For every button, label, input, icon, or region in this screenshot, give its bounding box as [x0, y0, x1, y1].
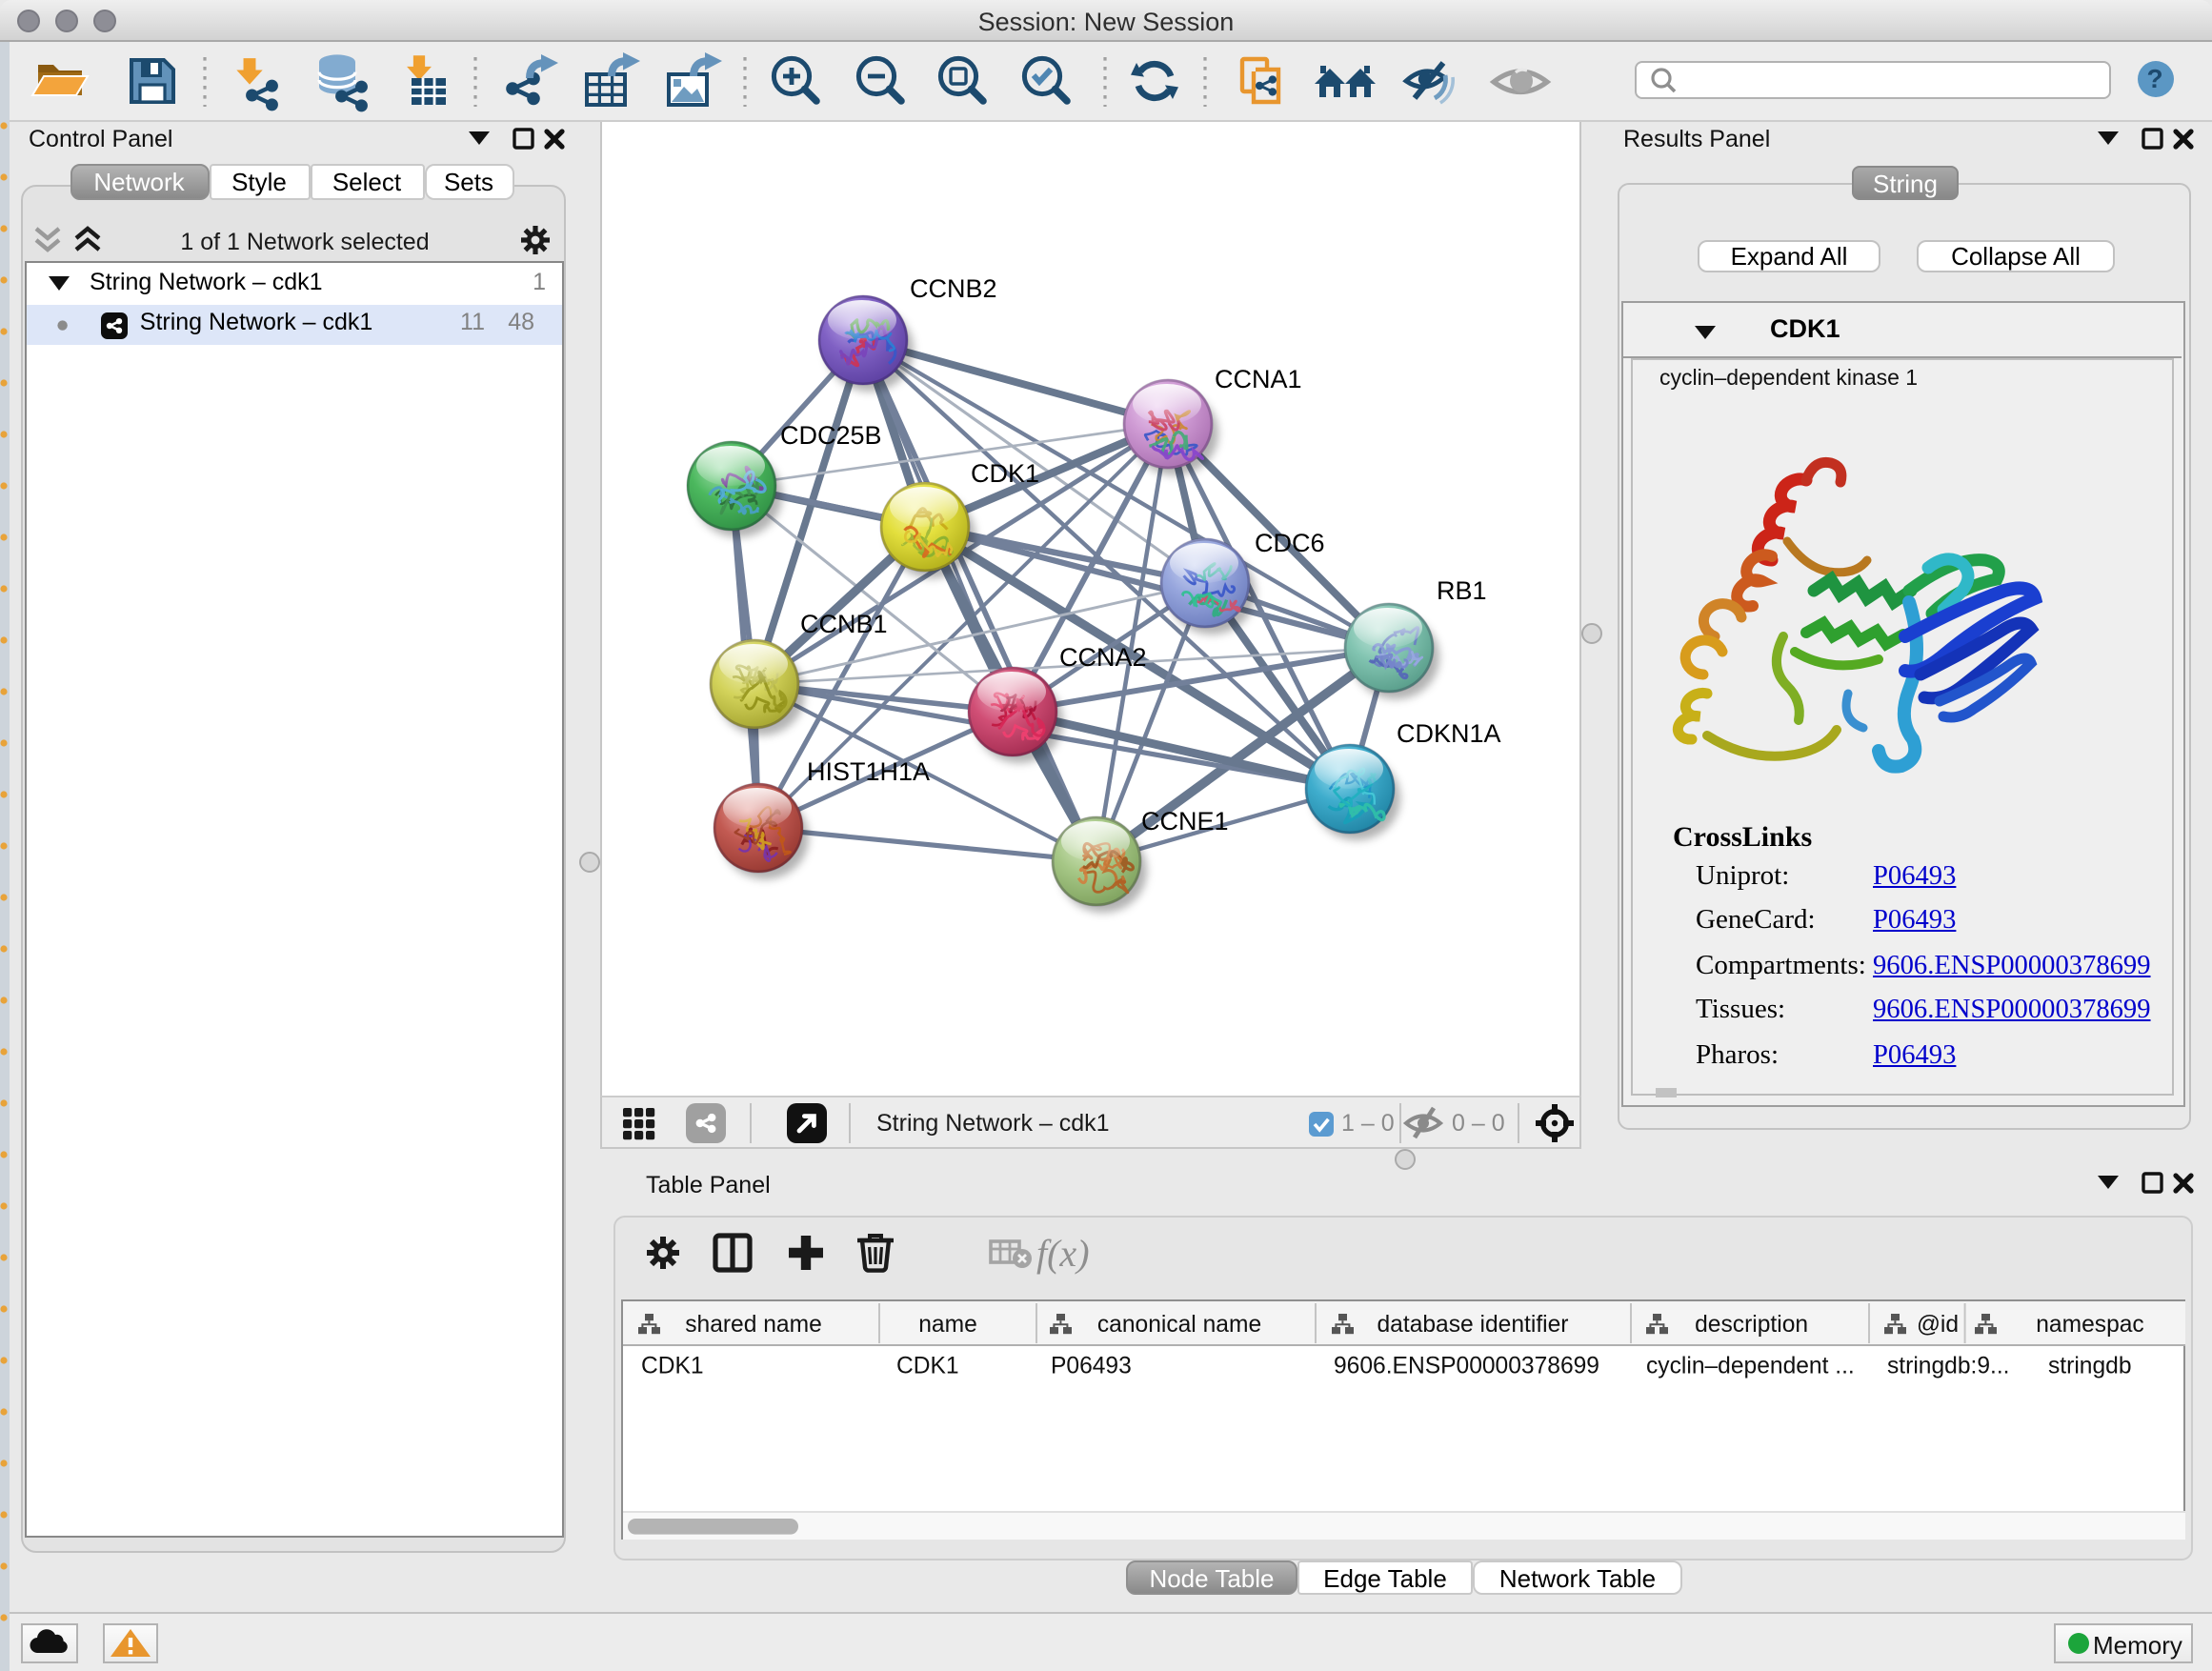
svg-text:CCNA1: CCNA1 — [1215, 364, 1302, 393]
svg-text:stringdb: stringdb — [2047, 1353, 2131, 1379]
svg-text:0 – 0: 0 – 0 — [1452, 1110, 1505, 1137]
svg-text:CDKN1A: CDKN1A — [1397, 718, 1501, 747]
svg-text:P06493: P06493 — [1050, 1353, 1131, 1379]
svg-text:f(x): f(x) — [1036, 1231, 1089, 1274]
svg-text:name: name — [917, 1311, 976, 1337]
svg-text:stringdb:9...: stringdb:9... — [1886, 1353, 2009, 1379]
svg-text:CDK1: CDK1 — [640, 1353, 703, 1379]
svg-text:CCNB1: CCNB1 — [800, 609, 888, 637]
svg-text:9606.ENSP00000378699: 9606.ENSP00000378699 — [1333, 1353, 1599, 1379]
svg-text:1 – 0: 1 – 0 — [1341, 1110, 1395, 1137]
svg-text:CCNA2: CCNA2 — [1059, 642, 1147, 671]
svg-text:namespac: namespac — [2035, 1311, 2142, 1337]
svg-text:RB1: RB1 — [1437, 575, 1487, 604]
svg-text:@id: @id — [1916, 1311, 1958, 1337]
svg-text:database identifier: database identifier — [1377, 1311, 1568, 1337]
svg-text:cyclin–dependent ...: cyclin–dependent ... — [1645, 1353, 1854, 1379]
svg-text:CCNE1: CCNE1 — [1141, 806, 1229, 835]
svg-text:HIST1H1A: HIST1H1A — [807, 756, 930, 785]
svg-text:shared name: shared name — [684, 1311, 821, 1337]
svg-text:canonical name: canonical name — [1096, 1311, 1260, 1337]
svg-text:CCNB2: CCNB2 — [910, 273, 997, 302]
svg-text:CDC25B: CDC25B — [780, 420, 882, 449]
svg-text:CDK1: CDK1 — [971, 458, 1039, 487]
svg-text:CDC6: CDC6 — [1255, 528, 1325, 556]
svg-text:CDK1: CDK1 — [895, 1353, 958, 1379]
svg-text:description: description — [1694, 1311, 1807, 1337]
svg-text:String Network – cdk1: String Network – cdk1 — [876, 1110, 1110, 1137]
